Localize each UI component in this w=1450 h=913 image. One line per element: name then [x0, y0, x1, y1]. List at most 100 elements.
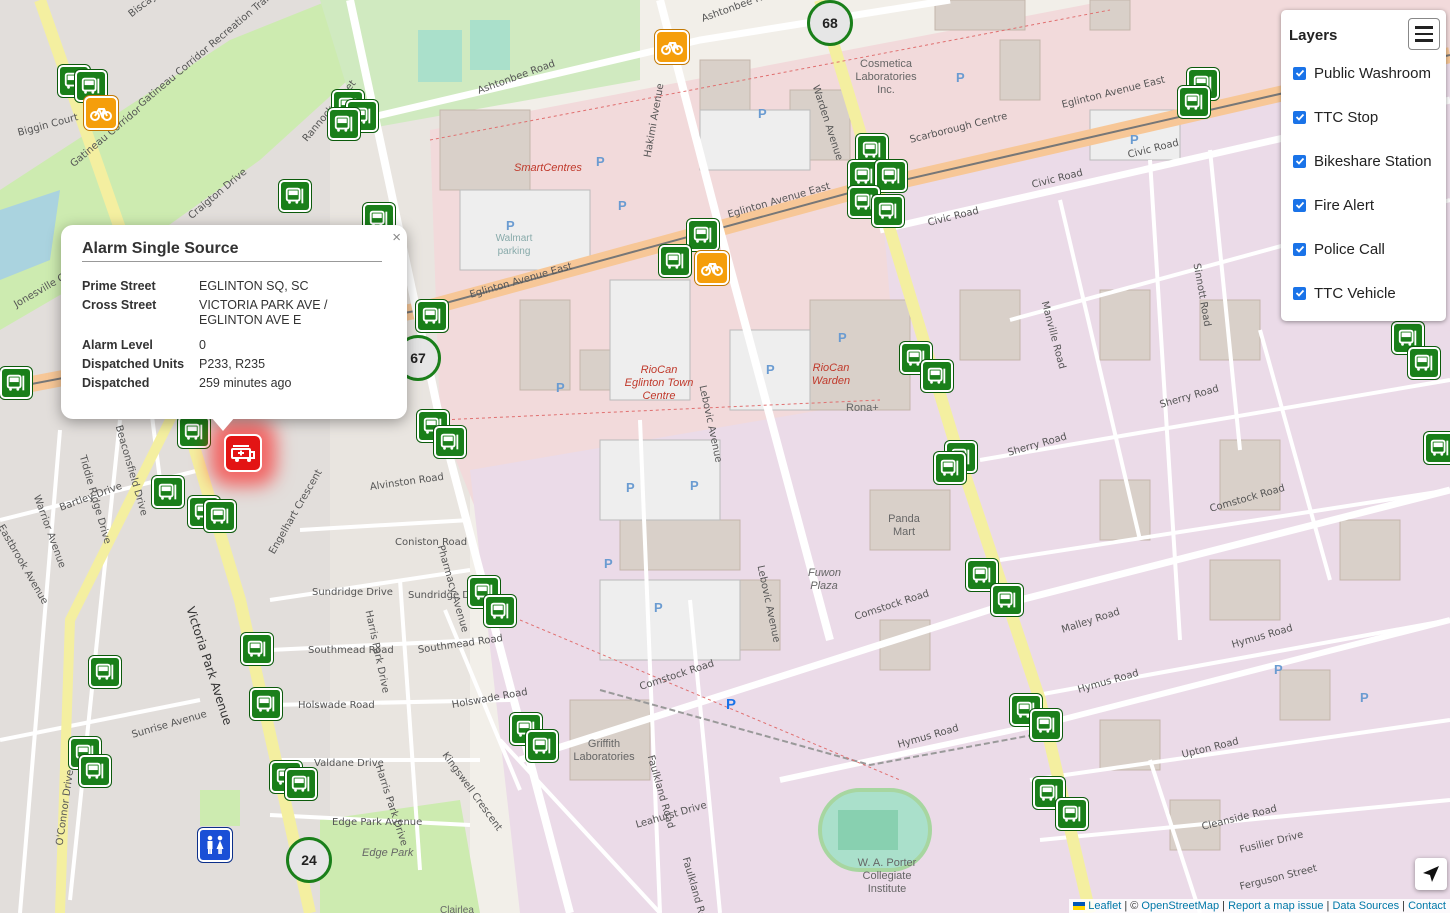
detail-row: Dispatched 259 minutes ago: [78, 374, 353, 393]
data-sources-link[interactable]: Data Sources: [1332, 900, 1399, 912]
attribution: Leaflet | © OpenStreetMap | Report a map…: [1069, 899, 1450, 913]
ttc-stop-icon[interactable]: [875, 160, 907, 192]
place-label: Rona+: [846, 402, 879, 414]
layer-toggle-bikeshare-station[interactable]: Bikeshare Station: [1293, 151, 1432, 171]
ttc-stop-icon[interactable]: [0, 367, 32, 399]
place-label: Clairlea: [440, 905, 474, 913]
ttc-stop-icon[interactable]: [872, 195, 904, 227]
place-label: Walmart parking: [495, 233, 533, 257]
street-label: Sundridge Drive: [312, 587, 393, 598]
fire-truck-icon[interactable]: [224, 434, 262, 472]
layer-label: Police Call: [1314, 240, 1385, 258]
ttc-stop-icon[interactable]: [484, 595, 516, 627]
place-label: RioCan Eglinton Town Centre: [624, 364, 694, 402]
layer-toggle-ttc-vehicle[interactable]: TTC Vehicle: [1293, 283, 1396, 303]
ukraine-flag-icon: [1073, 902, 1086, 911]
detail-row: Prime Street EGLINTON SQ, SC: [78, 277, 353, 296]
place-label: RioCan Warden: [811, 362, 851, 387]
parking-icon: P: [1360, 690, 1369, 705]
street-label: Coniston Road: [395, 537, 468, 548]
ttc-stop-icon[interactable]: [1030, 709, 1062, 741]
bike-share-icon[interactable]: [695, 251, 729, 285]
ttc-stop-icon[interactable]: [659, 245, 691, 277]
report-issue-link[interactable]: Report a map issue: [1228, 900, 1323, 912]
ttc-stop-icon[interactable]: [152, 476, 184, 508]
locate-button[interactable]: [1415, 858, 1447, 890]
street-label: Holswade Road: [298, 700, 375, 711]
detail-value: 259 minutes ago: [199, 376, 292, 390]
checkbox-checked[interactable]: [1293, 154, 1306, 168]
popup-divider: [82, 261, 382, 262]
checkbox-checked[interactable]: [1293, 198, 1306, 212]
checkbox-checked[interactable]: [1293, 242, 1306, 256]
detail-key: Prime Street: [82, 279, 156, 293]
ttc-stop-icon[interactable]: [328, 108, 360, 140]
layer-label: Fire Alert: [1314, 196, 1375, 214]
washroom-icon[interactable]: [198, 828, 232, 862]
checkbox-checked[interactable]: [1293, 286, 1306, 300]
checkbox-checked[interactable]: [1293, 110, 1306, 124]
parking-icon: P: [604, 556, 613, 571]
map[interactable]: Biscayne Boulevard Gatineau Corridor Rec…: [0, 0, 1450, 913]
parking-icon: P: [618, 198, 627, 213]
attribution-separator: | ©: [1121, 900, 1142, 912]
ttc-stop-icon[interactable]: [526, 730, 558, 762]
detail-row: Cross Street VICTORIA PARK AVE / EGLINTON…: [78, 296, 353, 336]
ttc-stop-icon[interactable]: [1408, 347, 1440, 379]
ttc-stop-icon[interactable]: [434, 426, 466, 458]
ttc-stop-icon[interactable]: [204, 500, 236, 532]
ttc-stop-icon[interactable]: [921, 360, 953, 392]
ttc-stop-icon[interactable]: [279, 180, 311, 212]
layer-label: Bikeshare Station: [1314, 152, 1432, 170]
place-label: Panda Mart: [888, 513, 920, 538]
street-label: Edge Park Avenue: [332, 817, 423, 828]
ttc-stop-icon[interactable]: [89, 656, 121, 688]
ttc-stop-icon[interactable]: [1424, 432, 1450, 464]
popup-title: Alarm Single Source: [82, 240, 239, 257]
place-label: Edge Park: [362, 847, 414, 859]
ttc-stop-icon[interactable]: [285, 768, 317, 800]
ttc-stop-icon[interactable]: [934, 452, 966, 484]
ttc-stop-icon[interactable]: [687, 219, 719, 251]
parking-icon: P: [956, 70, 965, 85]
ttc-stop-icon[interactable]: [416, 300, 448, 332]
layers-panel: Layers Public Washroom TTC Stop Bikeshar…: [1281, 10, 1446, 321]
parking-icon: P: [596, 154, 605, 169]
cluster-marker[interactable]: 68: [807, 0, 853, 46]
detail-key: Alarm Level: [82, 338, 153, 352]
ttc-stop-icon[interactable]: [178, 416, 210, 448]
place-label: SmartCentres: [514, 162, 582, 174]
bike-share-icon[interactable]: [84, 96, 118, 130]
detail-value: 0: [199, 338, 206, 352]
close-icon[interactable]: ×: [392, 229, 401, 246]
ttc-stop-icon[interactable]: [1056, 798, 1088, 830]
detail-value: EGLINTON SQ, SC: [199, 279, 309, 293]
place-label: Fuwon Plaza: [808, 567, 842, 592]
detail-value: P233, R235: [199, 357, 266, 371]
place-label: Cosmetica Laboratories Inc.: [855, 58, 917, 96]
ttc-stop-icon[interactable]: [79, 755, 111, 787]
layer-toggle-fire-alert[interactable]: Fire Alert: [1293, 195, 1374, 215]
ttc-stop-icon[interactable]: [250, 688, 282, 720]
leaflet-link[interactable]: Leaflet: [1088, 900, 1121, 912]
bike-share-icon[interactable]: [655, 30, 689, 64]
ttc-stop-icon[interactable]: [991, 584, 1023, 616]
checkbox-checked[interactable]: [1293, 66, 1306, 80]
navigation-arrow-icon: [1423, 866, 1439, 882]
layer-toggle-public-washroom[interactable]: Public Washroom: [1293, 63, 1431, 83]
ttc-stop-icon[interactable]: [1178, 86, 1210, 118]
ttc-stop-icon[interactable]: [241, 633, 273, 665]
incident-popup: × Alarm Single Source Prime Street EGLINT…: [61, 225, 407, 431]
menu-icon[interactable]: [1408, 18, 1440, 50]
cluster-marker[interactable]: 24: [286, 837, 332, 883]
osm-link[interactable]: OpenStreetMap: [1141, 900, 1219, 912]
popup-details: Prime Street EGLINTON SQ, SC Cross Street…: [78, 277, 353, 393]
detail-key: Dispatched: [82, 376, 150, 390]
parking-icon: P: [766, 362, 775, 377]
contact-link[interactable]: Contact: [1408, 900, 1446, 912]
parking-icon: P: [838, 330, 847, 345]
parking-icon: P: [758, 106, 767, 121]
layer-toggle-ttc-stop[interactable]: TTC Stop: [1293, 107, 1378, 127]
layer-toggle-police-call[interactable]: Police Call: [1293, 239, 1385, 259]
parking-icon: P: [654, 600, 663, 615]
